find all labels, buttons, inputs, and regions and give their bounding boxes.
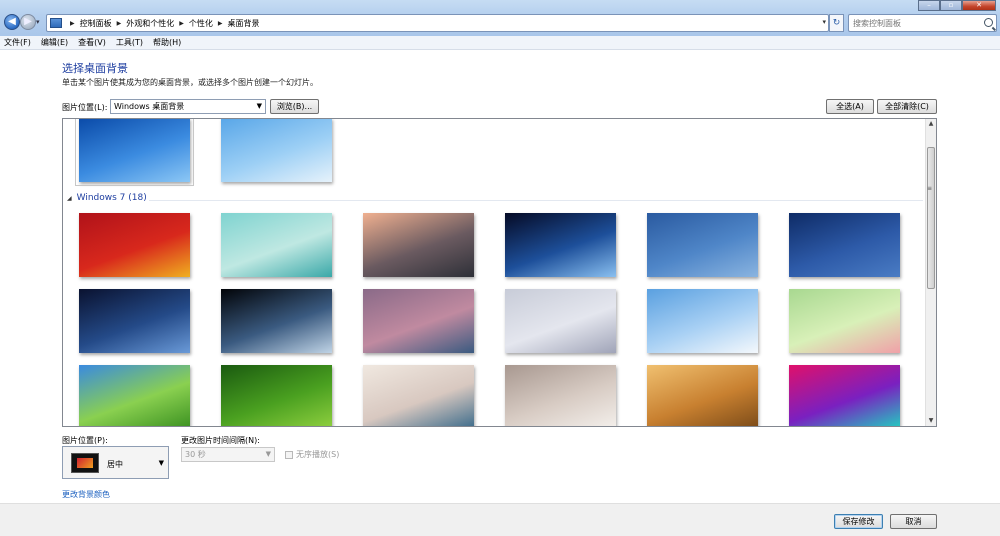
window-controls: – ▫ ✕ [918, 0, 996, 11]
earth-moon-wallpaper-thumbnail[interactable] [505, 213, 616, 277]
daisy-wallpaper-thumbnail[interactable] [221, 119, 332, 182]
search-box[interactable] [848, 14, 997, 32]
wallpaper-gallery[interactable]: ◢ Windows 7 (18) ▲ ≡ ▼ [62, 118, 937, 427]
red-berries-wallpaper-thumbnail[interactable] [505, 289, 616, 353]
maximize-button[interactable]: ▫ [940, 0, 962, 11]
shuffle-option[interactable]: 无序播放(S) [285, 449, 339, 460]
forward-button[interactable]: ▶ [20, 14, 36, 30]
breadcrumb: ▶ 控制面板 ▶ 外观和个性化 ▶ 个性化 ▶ 桌面背景 [65, 18, 260, 29]
breadcrumb-chevron-icon[interactable]: ▶ [117, 20, 122, 27]
lotus-leaf-wallpaper-thumbnail[interactable] [221, 365, 332, 426]
select-all-button[interactable]: 全选(A) [826, 99, 874, 114]
search-icon[interactable] [984, 18, 993, 27]
scroll-down-icon[interactable]: ▼ [926, 416, 936, 426]
change-background-color-link[interactable]: 更改背景颜色 [62, 489, 110, 500]
position-preview-icon [71, 453, 99, 473]
girl-headphones-wallpaper-thumbnail[interactable] [505, 365, 616, 426]
chevron-down-icon: ▼ [158, 459, 164, 467]
location-row: 图片位置(L): Windows 桌面背景 ▼ 浏览(B)... 全选(A) 全… [62, 99, 937, 115]
chevron-down-icon: ▼ [256, 102, 262, 110]
breadcrumb-chevron-icon[interactable]: ▶ [70, 20, 75, 27]
refresh-button[interactable]: ↻ [829, 14, 844, 32]
new-year-wallpaper-thumbnail[interactable] [79, 213, 190, 277]
geometric-neon-wallpaper-thumbnail[interactable] [789, 365, 900, 426]
address-bar[interactable]: ▶ 控制面板 ▶ 外观和个性化 ▶ 个性化 ▶ 桌面背景 ▾ [46, 14, 829, 32]
scrollbar-thumb[interactable] [927, 147, 935, 289]
footer-bar: 保存修改 取消 [0, 503, 1000, 536]
position-label: 图片位置(P): [62, 436, 108, 445]
location-select[interactable]: Windows 桌面背景 ▼ [110, 99, 266, 114]
browse-button[interactable]: 浏览(B)... [270, 99, 319, 114]
green-field-wallpaper-thumbnail[interactable] [79, 365, 190, 426]
interval-select[interactable]: 30 秒 ▼ [181, 447, 275, 462]
chevron-down-icon: ▼ [265, 450, 271, 458]
cancel-button[interactable]: 取消 [890, 514, 937, 529]
search-input[interactable] [853, 17, 979, 29]
menu-file[interactable]: 文件(F) [4, 37, 31, 48]
breadcrumb-desktop-background[interactable]: 桌面背景 [228, 18, 260, 29]
windows-logo-wallpaper-thumbnail[interactable] [75, 119, 194, 186]
position-select[interactable]: 居中 ▼ [62, 446, 169, 479]
breadcrumb-chevron-icon[interactable]: ▶ [179, 20, 184, 27]
shuffle-checkbox[interactable] [285, 450, 293, 459]
group-header[interactable]: ◢ Windows 7 (18) [67, 193, 147, 203]
blue-sky-sea-wallpaper-thumbnail[interactable] [647, 213, 758, 277]
menu-bar: 文件(F) 编辑(E) 查看(V) 工具(T) 帮助(H) [0, 36, 1000, 50]
menu-view[interactable]: 查看(V) [78, 37, 106, 48]
control-panel-icon [50, 18, 62, 28]
clear-all-button[interactable]: 全部清除(C) [877, 99, 937, 114]
save-changes-button[interactable]: 保存修改 [834, 514, 883, 529]
galaxy-wallpaper-thumbnail[interactable] [79, 289, 190, 353]
breadcrumb-control-panel[interactable]: 控制面板 [80, 18, 112, 29]
collapse-triangle-icon[interactable]: ◢ [67, 195, 72, 202]
position-select-value: 居中 [107, 460, 123, 469]
earth-orbit-wallpaper-thumbnail[interactable] [221, 289, 332, 353]
group-label: Windows 7 (18) [76, 193, 147, 203]
interval-label: 更改图片时间间隔(N): [181, 436, 260, 445]
vertical-scrollbar[interactable]: ▲ ≡ ▼ [925, 119, 936, 426]
menu-edit[interactable]: 编辑(E) [41, 37, 68, 48]
headphones-wallpaper-thumbnail[interactable] [647, 365, 758, 426]
mountain-dawn-wallpaper-thumbnail[interactable] [363, 213, 474, 277]
minimize-button[interactable]: – [918, 0, 940, 11]
interval-select-value: 30 秒 [185, 450, 206, 459]
address-bar-area: ◀ ▶ ▾ ▶ 控制面板 ▶ 外观和个性化 ▶ 个性化 ▶ 桌面背景 ▾ ↻ –… [0, 0, 1000, 36]
2015-wallpaper-thumbnail[interactable] [221, 213, 332, 277]
breadcrumb-appearance[interactable]: 外观和个性化 [126, 18, 174, 29]
location-label: 图片位置(L): [62, 103, 108, 112]
page-title: 选择桌面背景 [62, 62, 128, 75]
location-select-value: Windows 桌面背景 [114, 102, 185, 111]
page-subtitle: 单击某个图片使其成为您的桌面背景，或选择多个图片创建一个幻灯片。 [62, 78, 318, 87]
menu-tools[interactable]: 工具(T) [116, 37, 143, 48]
recent-pages-dropdown[interactable]: ▾ [36, 18, 40, 26]
close-button[interactable]: ✕ [962, 0, 996, 11]
milky-way-wallpaper-thumbnail[interactable] [789, 213, 900, 277]
pink-flower-wallpaper-thumbnail[interactable] [789, 289, 900, 353]
frost-trees-wallpaper-thumbnail[interactable] [647, 289, 758, 353]
scroll-up-icon[interactable]: ▲ [926, 119, 936, 129]
scrollbar-grip-icon: ≡ [927, 185, 933, 192]
group-divider [149, 200, 923, 201]
breadcrumb-chevron-icon[interactable]: ▶ [218, 20, 223, 27]
address-dropdown-icon[interactable]: ▾ [822, 18, 826, 26]
back-button[interactable]: ◀ [4, 14, 20, 30]
girl-portrait-wallpaper-thumbnail[interactable] [363, 365, 474, 426]
menu-help[interactable]: 帮助(H) [153, 37, 181, 48]
lake-dusk-wallpaper-thumbnail[interactable] [363, 289, 474, 353]
shuffle-label: 无序播放(S) [296, 450, 340, 459]
breadcrumb-personalization[interactable]: 个性化 [189, 18, 213, 29]
